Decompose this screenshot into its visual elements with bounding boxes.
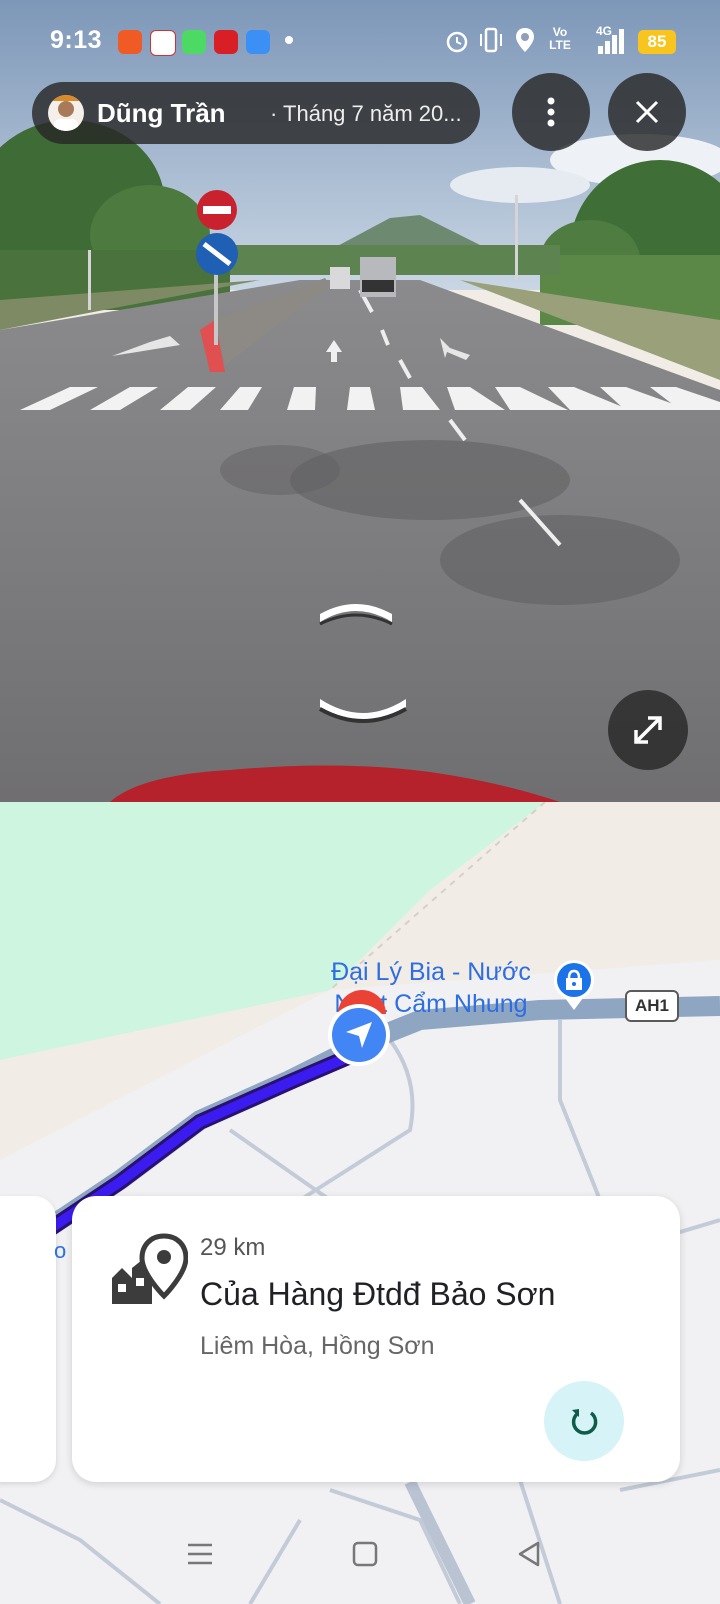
battery-level: 85 — [638, 30, 676, 54]
avatar — [48, 95, 84, 131]
volte-indicator: Vo LTE — [549, 25, 571, 52]
system-nav-bar — [0, 1520, 720, 1604]
refresh-button[interactable] — [544, 1381, 624, 1461]
place-category-icon — [112, 1233, 188, 1304]
more-vertical-icon — [547, 97, 555, 127]
status-bar: 9:13 Vo LTE 4G 85 — [0, 0, 720, 82]
move-backward-arrow[interactable] — [318, 697, 408, 725]
more-notifications-icon — [285, 36, 293, 44]
location-icon — [516, 28, 534, 52]
expand-icon — [634, 716, 662, 744]
move-forward-arrow[interactable] — [318, 602, 394, 626]
fullscreen-button[interactable] — [608, 690, 688, 770]
red-app-icon — [214, 30, 238, 54]
road-shield-ah1: AH1 — [625, 990, 679, 1022]
place-card[interactable]: 29 km Của Hàng Đtdđ Bảo Sơn Liêm Hòa, Hồ… — [72, 1196, 680, 1482]
map-edge-label: o — [54, 1238, 67, 1263]
vibrate-icon — [480, 27, 502, 53]
weather-icon — [246, 30, 270, 54]
place-title: Của Hàng Đtdđ Bảo Sơn — [200, 1276, 556, 1312]
back-icon[interactable] — [516, 1540, 542, 1568]
place-distance: 29 km — [200, 1234, 266, 1261]
capture-date: · Tháng 7 năm 20... — [270, 101, 462, 126]
refresh-icon — [571, 1409, 598, 1435]
place-address: Liêm Hòa, Hồng Sơn — [200, 1332, 435, 1360]
shopping-poi-icon[interactable] — [551, 958, 597, 1012]
status-time: 9:13 — [50, 26, 103, 54]
close-icon — [635, 100, 659, 124]
current-location-icon — [328, 1004, 390, 1066]
home-icon[interactable] — [352, 1540, 378, 1568]
previous-place-card[interactable] — [0, 1196, 56, 1482]
recent-apps-icon[interactable] — [186, 1542, 214, 1566]
contributor-info-pill[interactable]: Dũng Trần · Tháng 7 năm 20... — [32, 82, 480, 144]
close-button[interactable] — [608, 73, 686, 151]
alarm-icon — [446, 31, 468, 53]
messages-icon — [182, 30, 206, 54]
contributor-name: Dũng Trần — [97, 98, 226, 128]
more-options-button[interactable] — [512, 73, 590, 151]
baomoi-icon — [150, 30, 176, 56]
shopee-icon — [118, 30, 142, 54]
signal-icon — [598, 29, 624, 54]
